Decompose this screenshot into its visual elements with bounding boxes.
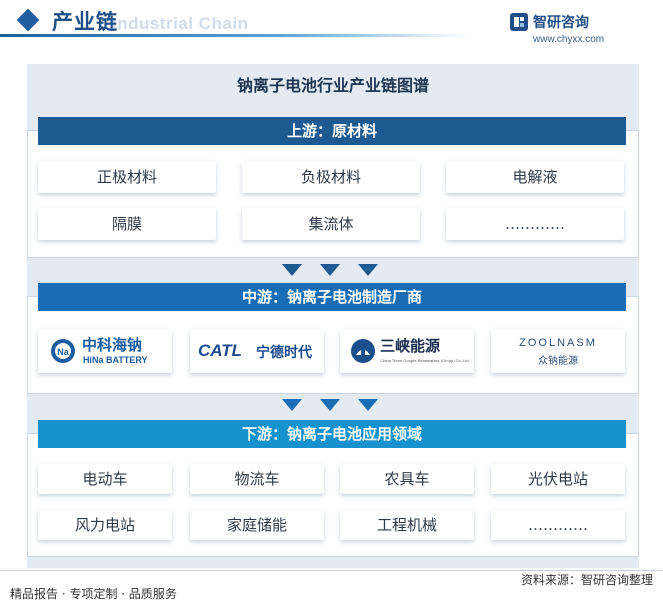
- downstream-bar: 下游：钠离子电池应用领域: [38, 420, 626, 448]
- flow-arrows: [282, 399, 382, 413]
- diagram-title: 钠离子电池行业产业链图谱: [236, 76, 429, 95]
- company-sub: HiNa BATTERY: [83, 355, 148, 365]
- midstream-bar: 中游：钠离子电池制造厂商: [38, 283, 626, 311]
- downstream-item: 工程机械: [340, 510, 474, 540]
- upstream-item: …………: [446, 208, 624, 240]
- header-title: 产业链: [52, 10, 118, 34]
- upstream-item: 正极材料: [38, 161, 216, 193]
- down-arrow-icon: [320, 399, 340, 411]
- upstream-item: 集流体: [242, 208, 420, 240]
- ctg-logo-icon: [351, 339, 375, 363]
- down-arrow-icon: [358, 399, 378, 411]
- flow-arrows: [282, 264, 382, 278]
- company-logo-card: 三峡能源 China Three Gorges Renewables (Grou…: [340, 329, 474, 373]
- company-name: 三峡能源: [380, 337, 441, 355]
- downstream-item: 农具车: [340, 464, 474, 494]
- footer-source: 资料来源：智研咨询整理: [520, 573, 653, 587]
- downstream-item: …………: [491, 510, 625, 540]
- downstream-item: 物流车: [190, 464, 324, 494]
- logo-icon: [510, 13, 528, 31]
- diamond-icon: [16, 8, 40, 32]
- upstream-item: 隔膜: [38, 208, 216, 240]
- footer-tagline: 精品报告 · 专项定制 · 品质服务: [10, 587, 177, 601]
- down-arrow-icon: [282, 264, 302, 276]
- company-sub: China Three Gorges Renewables (Group) Co…: [380, 358, 470, 363]
- upstream-bar: 上游：原材料: [38, 117, 626, 145]
- logo-name: 智研咨询: [533, 15, 589, 31]
- company-sub: 宁德时代: [256, 345, 312, 361]
- downstream-item: 光伏电站: [491, 464, 625, 494]
- upstream-item: 负极材料: [242, 161, 420, 193]
- company-logo-card: CATL 宁德时代: [190, 329, 324, 373]
- brand-logo: 智研咨询 www.chyxx.com: [509, 10, 649, 48]
- company-name: 中科海钠: [82, 336, 143, 354]
- header-subtitle: Industrial Chain: [112, 14, 249, 33]
- downstream-item: 电动车: [38, 464, 172, 494]
- page-footer: 精品报告 · 专项定制 · 品质服务 资料来源：智研咨询整理: [0, 570, 663, 602]
- downstream-item: 风力电站: [38, 510, 172, 540]
- down-arrow-icon: [358, 264, 378, 276]
- company-logo-card: Na 中科海钠 HiNa BATTERY: [38, 329, 172, 373]
- down-arrow-icon: [282, 399, 302, 411]
- company-logo-card: ZOOLNASM 众钠能源: [491, 329, 625, 373]
- company-name: CATL: [198, 341, 243, 360]
- company-sub: 众钠能源: [538, 356, 578, 367]
- down-arrow-icon: [320, 264, 340, 276]
- hina-logo-icon: Na: [51, 339, 75, 363]
- upstream-item: 电解液: [446, 161, 624, 193]
- company-name: ZOOLNASM: [519, 337, 597, 349]
- downstream-item: 家庭储能: [190, 510, 324, 540]
- svg-text:Na: Na: [57, 347, 69, 357]
- logo-url: www.chyxx.com: [533, 34, 605, 45]
- header-rule: [0, 34, 470, 37]
